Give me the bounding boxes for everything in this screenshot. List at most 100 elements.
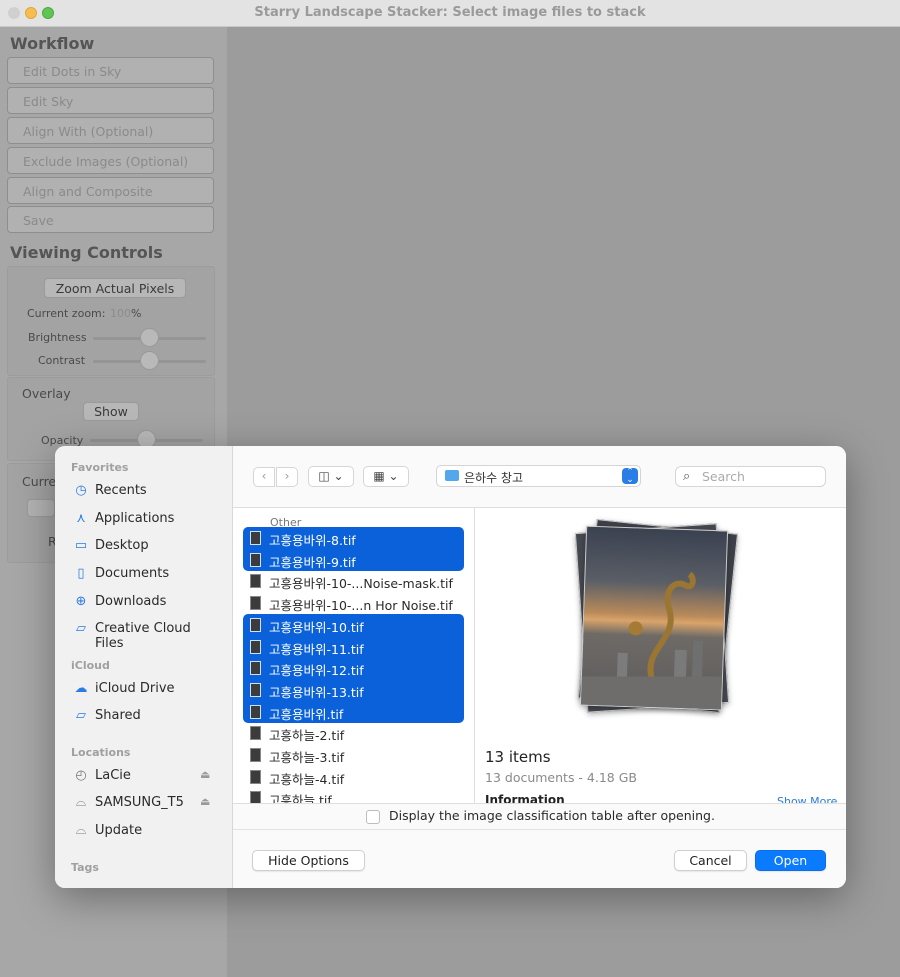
image-file-icon	[250, 596, 261, 611]
path-label: 은하수 창고	[464, 471, 524, 485]
desktop-icon: ▭	[74, 538, 88, 553]
time-machine-icon: ◴	[75, 768, 87, 783]
exclude-images-button[interactable]: Exclude Images (Optional)	[7, 147, 214, 174]
sidebar-item-documents[interactable]: ▯ Documents	[73, 564, 223, 586]
view-columns-button[interactable]: ◫ ⌄	[308, 466, 354, 487]
icloud-heading: iCloud	[71, 659, 110, 672]
sidebar-item-recents[interactable]: ◷ Recents	[73, 481, 223, 503]
brightness-slider-knob[interactable]	[139, 328, 159, 347]
sidebar-item-label: SAMSUNG_T5	[95, 795, 184, 810]
file-name: 고흥용바위-11.tif	[269, 641, 364, 657]
image-file-icon	[250, 574, 261, 589]
sidebar-item-samsung[interactable]: ⌓ SAMSUNG_T5 ⏏	[73, 793, 223, 815]
contrast-label: Contrast	[38, 354, 86, 367]
contrast-slider-knob[interactable]	[139, 351, 159, 370]
sidebar-item-desktop[interactable]: ▭ Desktop	[73, 536, 223, 558]
file-row[interactable]: 고흥하늘.tif	[243, 787, 464, 803]
popup-stepper-icon: ⌃ ⌄	[622, 468, 638, 485]
overlay-label: Overlay	[22, 386, 71, 401]
options-area: Display the image classification table a…	[233, 803, 846, 888]
sidebar-item-applications[interactable]: ⋏ Applications	[73, 509, 223, 531]
locations-heading: Locations	[71, 746, 131, 759]
file-row[interactable]: 고흥용바위-13.tif	[243, 678, 464, 701]
classification-table-checkbox[interactable]	[366, 810, 380, 824]
open-file-dialog: Favorites ◷ Recents ⋏ Applications ▭ Des…	[55, 446, 846, 888]
open-button[interactable]: Open	[755, 850, 826, 871]
window-title: Starry Landscape Stacker: Select image f…	[254, 5, 646, 20]
image-file-icon	[250, 704, 261, 719]
sidebar-item-update[interactable]: ⌓ Update	[73, 821, 223, 843]
sidebar-item-label: Creative Cloud Files	[95, 621, 191, 651]
image-file-icon	[250, 531, 261, 545]
eject-icon[interactable]: ⏏	[200, 768, 210, 781]
file-name: 고흥하늘.tif	[269, 793, 332, 803]
grid-icon: ▦ ⌄	[373, 469, 399, 483]
forward-button[interactable]: ›	[276, 467, 298, 487]
file-row[interactable]: 고흥용바위-10-...Noise-mask.tif	[243, 570, 464, 592]
file-name: 고흥용바위-10-...n Hor Noise.tif	[269, 598, 453, 614]
file-row[interactable]: 고흥용바위-9.tif	[243, 548, 464, 571]
current-zoom-value: 100	[110, 307, 131, 320]
search-icon: ⌕	[683, 469, 691, 484]
sidebar-item-label: Desktop	[95, 538, 149, 553]
align-composite-button[interactable]: Align and Composite	[7, 177, 214, 204]
file-row[interactable]: 고흥하늘-3.tif	[243, 744, 464, 766]
search-placeholder: Search	[702, 469, 745, 484]
file-name: 고흥용바위-9.tif	[269, 554, 356, 570]
back-button[interactable]: ‹	[253, 467, 275, 487]
file-row[interactable]: 고흥하늘-2.tif	[243, 722, 464, 744]
drive-icon: ⌓	[75, 795, 87, 810]
shared-folder-icon: ▱	[76, 708, 86, 723]
save-button[interactable]: Save	[7, 206, 214, 233]
sidebar-item-creative-cloud[interactable]: ▱ Creative Cloud Files	[73, 619, 223, 651]
image-file-icon	[250, 682, 261, 697]
group-button[interactable]: ▦ ⌄	[363, 466, 409, 487]
file-row[interactable]: 고흥용바위-8.tif	[243, 527, 464, 549]
zoom-actual-pixels-button[interactable]: Zoom Actual Pixels	[44, 278, 186, 298]
file-row[interactable]: 고흥하늘-4.tif	[243, 766, 464, 788]
edit-sky-button[interactable]: Edit Sky	[7, 87, 214, 114]
workflow-heading: Workflow	[10, 34, 95, 53]
align-with-button[interactable]: Align With (Optional)	[7, 117, 214, 144]
sidebar-item-icloud-drive[interactable]: ☁ iCloud Drive	[73, 679, 223, 701]
file-name: 고흥하늘-2.tif	[269, 728, 345, 744]
overlay-show-button[interactable]: Show	[83, 402, 139, 421]
file-row[interactable]: 고흥용바위-12.tif	[243, 657, 464, 680]
file-name: 고흥하늘-3.tif	[269, 750, 345, 765]
path-popup[interactable]: 은하수 창고 ⌃ ⌄	[436, 465, 641, 487]
file-row[interactable]: 고흥용바위.tif	[243, 700, 464, 723]
file-row[interactable]: 고흥용바위-10-...n Hor Noise.tif	[243, 592, 464, 614]
dragon-statue-image	[580, 571, 725, 711]
current-field[interactable]	[27, 499, 55, 517]
sidebar-item-downloads[interactable]: ⊕ Downloads	[73, 592, 223, 614]
search-field[interactable]: ⌕ Search	[675, 466, 826, 487]
image-file-icon	[250, 552, 261, 567]
preview-summary: 13 documents - 4.18 GB	[485, 770, 637, 785]
file-name: 고흥용바위-13.tif	[269, 684, 364, 700]
sidebar-item-label: Downloads	[95, 594, 167, 609]
sidebar-item-lacie[interactable]: ◴ LaCie ⏏	[73, 766, 223, 788]
clock-icon: ◷	[75, 483, 87, 498]
folder-icon	[445, 470, 459, 481]
hide-options-button[interactable]: Hide Options	[252, 850, 365, 871]
tags-heading: Tags	[71, 861, 99, 874]
file-row[interactable]: 고흥용바위-11.tif	[243, 635, 464, 658]
drive-icon: ⌓	[75, 823, 87, 838]
image-file-icon	[250, 639, 261, 654]
dialog-sidebar: Favorites ◷ Recents ⋏ Applications ▭ Des…	[55, 446, 233, 888]
image-file-icon	[250, 661, 261, 676]
current-section-label: Curre	[22, 474, 57, 489]
applications-icon: ⋏	[76, 511, 86, 526]
sidebar-item-label: Shared	[95, 708, 141, 723]
sidebar-item-shared[interactable]: ▱ Shared	[73, 706, 223, 728]
edit-dots-button[interactable]: Edit Dots in Sky	[7, 57, 214, 84]
image-file-icon	[250, 769, 261, 784]
file-row[interactable]: 고흥용바위-10.tif	[243, 613, 464, 636]
document-icon: ▯	[77, 566, 85, 581]
file-list: Other 고흥용바위-8.tif 고흥용바위-9.tif 고흥용바위-10-...…	[233, 508, 475, 803]
image-file-icon	[250, 726, 261, 741]
eject-icon[interactable]: ⏏	[200, 795, 210, 808]
cancel-button[interactable]: Cancel	[674, 850, 747, 871]
brightness-label: Brightness	[28, 331, 87, 344]
sidebar-item-label: Applications	[95, 511, 175, 526]
